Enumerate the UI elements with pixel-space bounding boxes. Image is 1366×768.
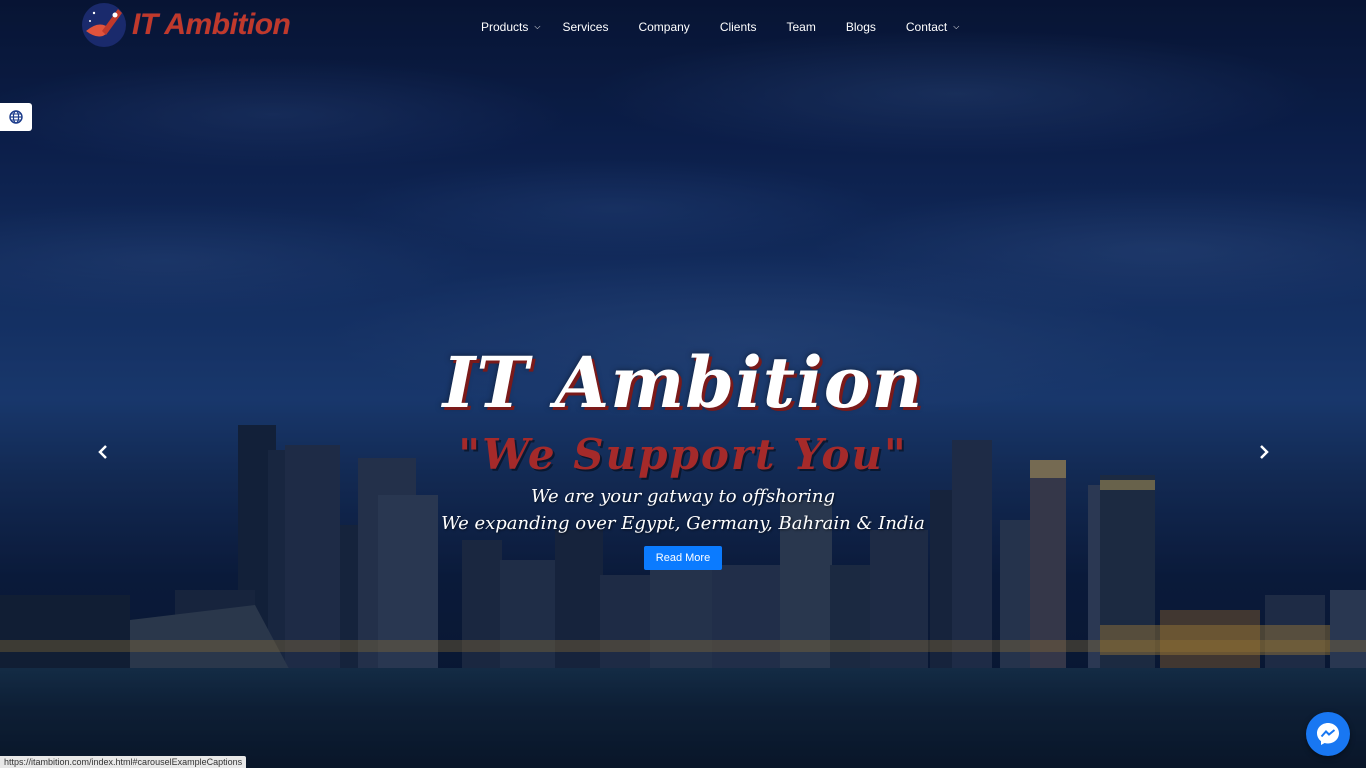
main-nav: Products ⌵ Services Company Clients Team… <box>470 14 970 40</box>
nav-blogs-label: Blogs <box>845 20 876 34</box>
nav-company[interactable]: Company <box>627 14 700 40</box>
messenger-button[interactable] <box>1306 712 1350 756</box>
hero-subtitle-1: We are your gatway to offshoring <box>530 486 836 507</box>
chevron-down-icon: ⌵ <box>953 22 960 31</box>
nav-contact[interactable]: Contact ⌵ <box>895 14 970 40</box>
chevron-down-icon: ⌵ <box>534 22 541 31</box>
hero-subtitle-2: We expanding over Egypt, Germany, Bahrai… <box>441 513 925 534</box>
carousel-caption: IT Ambition "We Support You" We are your… <box>0 335 1366 570</box>
nav-blogs[interactable]: Blogs <box>835 14 887 40</box>
logo[interactable]: IT Ambition <box>80 0 291 50</box>
nav-clients[interactable]: Clients <box>709 14 768 40</box>
nav-team[interactable]: Team <box>776 14 827 40</box>
hero-slogan: "We Support You" <box>458 430 908 479</box>
rocket-logo-icon <box>80 1 128 49</box>
hero-title: IT Ambition <box>442 341 924 424</box>
navbar: IT Ambition Products ⌵ Services Company … <box>0 0 1366 56</box>
nav-clients-label: Clients <box>719 20 757 34</box>
nav-contact-label: Contact <box>905 20 948 34</box>
nav-products-label: Products <box>481 20 529 34</box>
messenger-icon <box>1317 723 1339 745</box>
status-bar-url: https://itambition.com/index.html#carous… <box>0 756 247 768</box>
logo-text: IT Ambition <box>132 8 291 41</box>
nav-products[interactable]: Products ⌵ <box>470 14 551 40</box>
nav-services-label: Services <box>562 20 609 34</box>
nav-services[interactable]: Services <box>551 14 619 40</box>
nav-team-label: Team <box>786 20 816 34</box>
read-more-button[interactable]: Read More <box>643 546 723 570</box>
language-button[interactable] <box>0 103 32 131</box>
globe-icon <box>9 110 23 124</box>
nav-company-label: Company <box>638 20 690 34</box>
